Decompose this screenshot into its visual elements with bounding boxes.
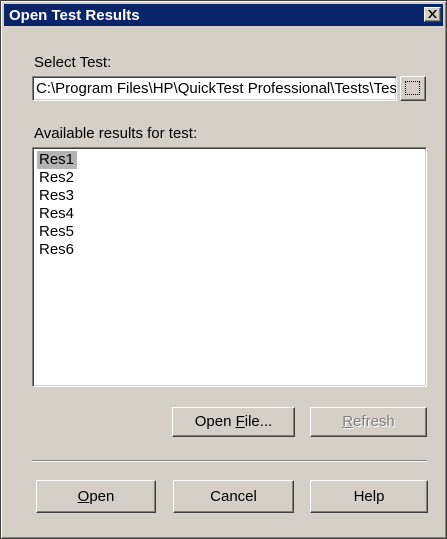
list-item[interactable]: Res6	[37, 241, 77, 259]
help-button[interactable]: Help	[310, 480, 428, 513]
list-item[interactable]: Res1	[37, 151, 78, 169]
refresh-button[interactable]: Refresh	[310, 407, 427, 437]
results-listbox[interactable]: Res1 Res2 Res3 Res4 Res5 Res6	[32, 147, 427, 387]
browse-button[interactable]	[400, 76, 426, 101]
dialog-title: Open Test Results	[9, 7, 140, 24]
open-label: Open	[77, 488, 115, 505]
test-path-field[interactable]	[32, 76, 397, 101]
open-file-button[interactable]: Open File...	[172, 407, 295, 437]
open-test-results-dialog: Open Test Results Select Test: Available…	[0, 0, 447, 539]
open-button[interactable]: Open	[36, 480, 156, 513]
list-item[interactable]: Res3	[37, 187, 77, 205]
list-item[interactable]: Res2	[37, 169, 77, 187]
browse-dots-icon	[405, 81, 420, 95]
cancel-button[interactable]: Cancel	[173, 480, 294, 513]
help-label: Help	[353, 488, 385, 505]
open-file-label: Open File...	[194, 413, 273, 430]
available-results-label: Available results for test:	[34, 125, 198, 142]
list-item[interactable]: Res5	[37, 223, 77, 241]
select-test-label: Select Test:	[34, 54, 112, 71]
test-path-input[interactable]	[35, 79, 396, 98]
list-item[interactable]: Res4	[37, 205, 77, 223]
close-button[interactable]	[424, 7, 441, 22]
refresh-label: Refresh	[342, 413, 395, 430]
cancel-label: Cancel	[210, 488, 257, 505]
button-separator	[32, 460, 427, 462]
close-icon	[428, 10, 437, 18]
title-bar[interactable]: Open Test Results	[4, 4, 443, 26]
